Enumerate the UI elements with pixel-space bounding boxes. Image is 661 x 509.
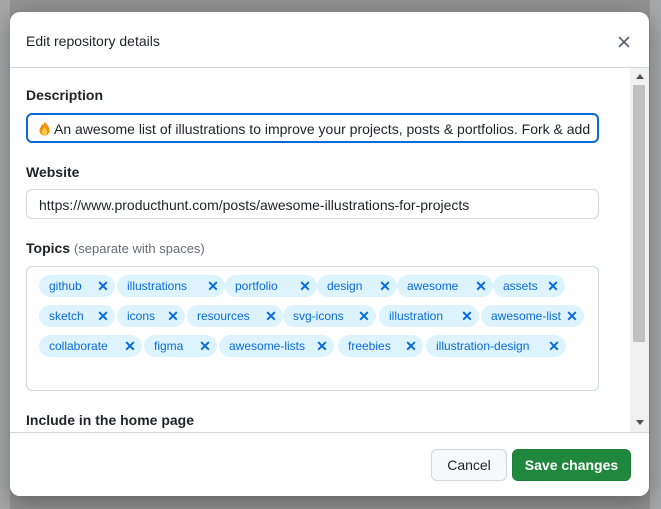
- topic-chip[interactable]: awesome ✕: [397, 275, 493, 297]
- scroll-thumb[interactable]: [633, 85, 645, 342]
- remove-topic-icon[interactable]: ✕: [166, 305, 180, 327]
- topic-chip[interactable]: figma ✕: [144, 335, 217, 357]
- close-icon[interactable]: [612, 30, 636, 54]
- home-page-label: Include in the home page: [26, 412, 195, 428]
- topic-chip[interactable]: awesome-lists ✕: [219, 335, 334, 357]
- website-value: https://www.producthunt.com/posts/awesom…: [39, 197, 470, 213]
- topic-chip-label: awesome-list: [491, 309, 562, 323]
- topic-chip[interactable]: illustrations ✕: [117, 275, 225, 297]
- topic-chip[interactable]: illustration ✕: [379, 305, 479, 327]
- topics-label-text: Topics: [26, 240, 71, 256]
- scroll-down-arrow-icon[interactable]: [636, 420, 644, 425]
- remove-topic-icon[interactable]: ✕: [298, 275, 312, 297]
- topic-chip[interactable]: icons ✕: [117, 305, 185, 327]
- topic-chip[interactable]: resources ✕: [187, 305, 283, 327]
- topic-chip[interactable]: sketch ✕: [39, 305, 115, 327]
- topic-chip-label: freebies: [348, 339, 391, 353]
- topic-chip-label: awesome: [407, 279, 459, 293]
- topics-label: Topics (separate with spaces): [26, 240, 205, 256]
- dialog-footer: Cancel Save changes: [10, 432, 649, 496]
- topic-chip[interactable]: portfolio ✕: [225, 275, 317, 297]
- dialog-scrollbar[interactable]: [630, 68, 649, 432]
- dialog-body: Description An awesome list of illustrat…: [10, 68, 630, 432]
- topics-input[interactable]: github ✕ illustrations ✕ portfolio ✕ design ✕ aw…: [26, 266, 599, 391]
- topic-chip-label: portfolio: [235, 279, 278, 293]
- remove-topic-icon[interactable]: ✕: [547, 335, 561, 357]
- description-value: An awesome list of illustrations to impr…: [54, 121, 591, 137]
- close-icon-glyph: [618, 36, 630, 48]
- website-label: Website: [26, 164, 80, 180]
- save-changes-button[interactable]: Save changes: [512, 449, 631, 481]
- remove-topic-icon[interactable]: ✕: [264, 305, 278, 327]
- topic-chip-label: illustration-design: [436, 339, 530, 353]
- description-input[interactable]: An awesome list of illustrations to impr…: [26, 113, 599, 143]
- website-input[interactable]: https://www.producthunt.com/posts/awesom…: [26, 189, 599, 219]
- topic-chip-label: github: [49, 279, 82, 293]
- remove-topic-icon[interactable]: ✕: [206, 275, 220, 297]
- topic-chip[interactable]: svg-icons ✕: [283, 305, 376, 327]
- remove-topic-icon[interactable]: ✕: [378, 275, 392, 297]
- topic-chip[interactable]: design ✕: [317, 275, 397, 297]
- topic-chip[interactable]: assets ✕: [493, 275, 565, 297]
- dialog-header: Edit repository details: [10, 12, 649, 68]
- remove-topic-icon[interactable]: ✕: [474, 275, 488, 297]
- topic-chip[interactable]: freebies ✕: [338, 335, 423, 357]
- topic-chip[interactable]: illustration-design ✕: [426, 335, 566, 357]
- topic-chip[interactable]: awesome-list ✕: [481, 305, 584, 327]
- scroll-up-arrow-icon[interactable]: [636, 74, 644, 79]
- dialog-title: Edit repository details: [26, 33, 160, 49]
- topic-chip-label: illustrations: [127, 279, 188, 293]
- topic-chip-label: assets: [503, 279, 538, 293]
- remove-topic-icon[interactable]: ✕: [315, 335, 329, 357]
- edit-repository-dialog: Edit repository details Description An a…: [10, 12, 649, 496]
- remove-topic-icon[interactable]: ✕: [96, 275, 110, 297]
- topic-chip[interactable]: github ✕: [39, 275, 115, 297]
- topic-chip-label: sketch: [49, 309, 84, 323]
- remove-topic-icon[interactable]: ✕: [123, 335, 137, 357]
- remove-topic-icon[interactable]: ✕: [565, 305, 579, 327]
- topic-chip-label: svg-icons: [293, 309, 344, 323]
- remove-topic-icon[interactable]: ✕: [96, 305, 110, 327]
- remove-topic-icon[interactable]: ✕: [357, 305, 371, 327]
- topic-chip-label: awesome-lists: [229, 339, 306, 353]
- remove-topic-icon[interactable]: ✕: [198, 335, 212, 357]
- fire-emoji-icon: [39, 117, 50, 136]
- topic-chip-label: resources: [197, 309, 250, 323]
- topic-chip-label: design: [327, 279, 363, 293]
- remove-topic-icon[interactable]: ✕: [546, 275, 560, 297]
- topic-chip-label: illustration: [389, 309, 444, 323]
- topics-hint: (separate with spaces): [73, 241, 205, 256]
- cancel-button[interactable]: Cancel: [431, 449, 507, 481]
- topic-chip-label: figma: [154, 339, 184, 353]
- topic-chip-label: icons: [127, 309, 156, 323]
- topic-chip-label: collaborate: [49, 339, 108, 353]
- remove-topic-icon[interactable]: ✕: [460, 305, 474, 327]
- remove-topic-icon[interactable]: ✕: [404, 335, 418, 357]
- topic-chip[interactable]: collaborate ✕: [39, 335, 142, 357]
- description-label: Description: [26, 87, 104, 103]
